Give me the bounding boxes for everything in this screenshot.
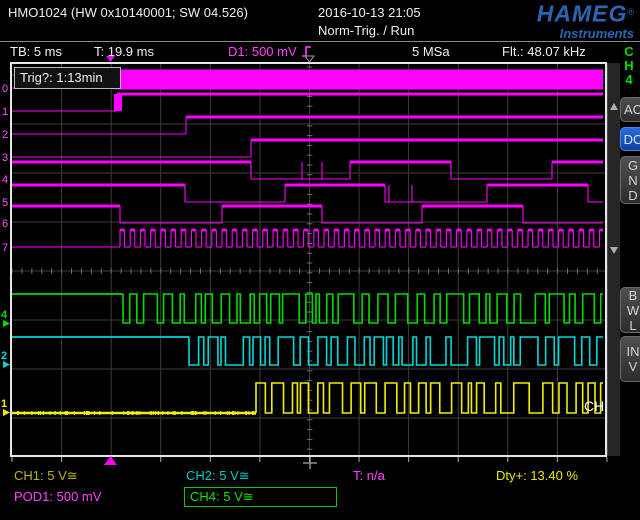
timebase-readout: TB: 5 ms — [10, 44, 62, 59]
svg-text:3: 3 — [2, 152, 8, 164]
svg-text:CH: CH — [584, 398, 604, 414]
ch1-scale-readout: CH1: 5 V≅ — [14, 468, 78, 484]
ch4-scale-readout-selected[interactable]: CH4: 5 V≅ — [184, 487, 337, 507]
ch2-scale-readout: CH2: 5 V≅ — [186, 468, 250, 484]
svg-text:0: 0 — [2, 83, 8, 95]
coupling-dc-button[interactable]: DC — [620, 127, 640, 151]
time-readout: T: 19.9 ms — [94, 44, 154, 59]
trigger-mode-status: Norm-Trig. / Run — [318, 23, 414, 38]
invert-button[interactable]: INV — [620, 336, 640, 382]
time-measure-readout: T: n/a — [353, 468, 385, 483]
pod1-scale-readout: POD1: 500 mV — [14, 489, 101, 504]
channel-scrollbar[interactable] — [607, 63, 620, 456]
oscilloscope-screen: 0 1 2 3 4 5 6 7 4 2 1 CH HMO1024 (HW 0x10140001; SW… — [0, 0, 640, 520]
svg-text:7: 7 — [2, 242, 8, 254]
svg-text:2: 2 — [2, 129, 8, 141]
brand-logo: HAMEG® Instruments — [460, 2, 634, 44]
svg-text:6: 6 — [2, 218, 8, 230]
coupling-ac-button[interactable]: AC — [620, 97, 640, 122]
bandwidth-limit-button[interactable]: BWL — [620, 287, 640, 333]
trigger-status-box: Trig?: 1:13min — [14, 67, 121, 89]
svg-text:5: 5 — [2, 197, 8, 209]
trigger-source-readout: D1: 500 mV — [228, 44, 312, 59]
duty-cycle-readout: Dty+: 13.40 % — [496, 468, 578, 483]
rising-edge-icon — [301, 45, 312, 58]
sidebar-channel-label: CH4 — [622, 45, 636, 87]
svg-text:4: 4 — [2, 174, 8, 186]
header-divider — [0, 41, 640, 42]
filter-frequency-readout: Flt.: 48.07 kHz — [502, 44, 586, 59]
svg-text:4: 4 — [1, 309, 8, 321]
scroll-down-icon[interactable] — [610, 247, 618, 254]
brand-name: HAMEG — [537, 0, 628, 26]
scroll-up-icon[interactable] — [610, 103, 618, 110]
trigger-source-text: D1: 500 mV — [228, 44, 297, 59]
datetime: 2016-10-13 21:05 — [318, 5, 421, 20]
coupling-gnd-button[interactable]: GND — [620, 156, 640, 204]
svg-text:1: 1 — [2, 106, 8, 118]
device-model: HMO1024 (HW 0x10140001; SW 04.526) — [8, 5, 248, 20]
registered-mark: ® — [627, 7, 634, 17]
svg-text:2: 2 — [1, 350, 7, 362]
svg-text:1: 1 — [1, 398, 7, 410]
sample-rate-readout: 5 MSa — [412, 44, 450, 59]
